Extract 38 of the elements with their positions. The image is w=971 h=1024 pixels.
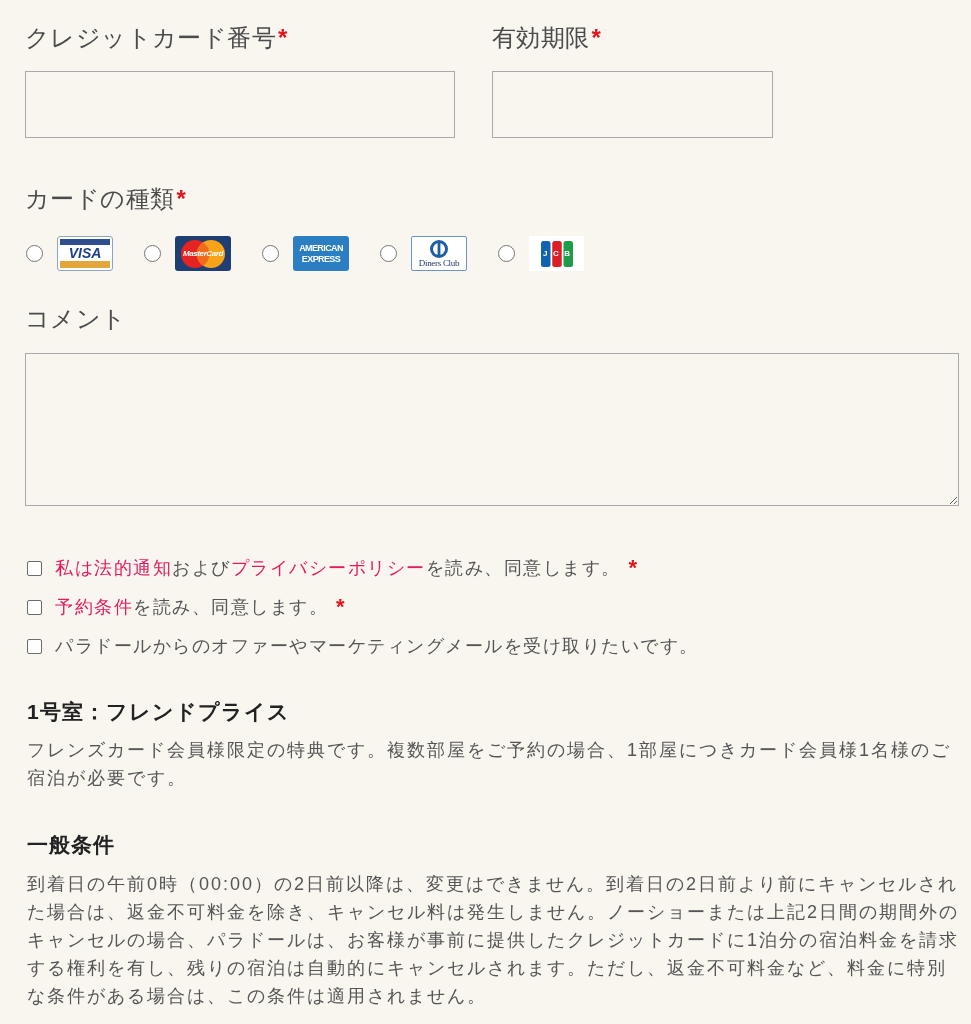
consent-text: パラドールからのオファーやマーケティングメールを受け取りたいです。: [55, 635, 699, 658]
radio-button[interactable]: [262, 245, 279, 262]
text-field[interactable]: [492, 71, 773, 138]
field-label: クレジットカード番号: [25, 23, 276, 53]
required-mark: *: [628, 557, 638, 579]
required-mark: *: [336, 596, 345, 618]
field-label: 有効期限: [492, 23, 590, 53]
text-field[interactable]: [25, 71, 455, 138]
checkbox[interactable]: [27, 638, 42, 654]
link[interactable]: 予約条件: [55, 597, 133, 617]
logo-text: Diners Club: [418, 258, 460, 268]
field-label: コメント: [25, 304, 127, 334]
comment-field[interactable]: [25, 353, 959, 506]
consent-text: 私は法的通知およびプライバシーポリシー を読み、同意します。: [55, 557, 621, 580]
logo-text: AMERICAN EXPRESS: [299, 242, 343, 265]
radio-button[interactable]: [144, 245, 161, 262]
field-label: カードの種類: [25, 184, 175, 214]
overlapping-circles-icon: [181, 239, 225, 268]
required-mark: *: [278, 23, 288, 53]
radio-button[interactable]: [26, 245, 43, 262]
consent-text: 予約条件を読み、同意します。: [55, 596, 328, 619]
section-heading: 一般条件: [26, 832, 116, 858]
checkbox[interactable]: [27, 560, 42, 576]
logo-text: MasterCard: [183, 249, 223, 258]
link[interactable]: 私は法的通知: [55, 558, 172, 578]
section-heading: 1号室：フレンドプライス: [26, 699, 291, 725]
link[interactable]: プライバシーポリシー: [230, 558, 426, 578]
ring-emblem-icon: [430, 239, 448, 258]
logo-text: VISA: [60, 239, 110, 268]
paragraph: フレンズカード会員様限定の特典です。複数部屋をご予約の場合、1部屋につきカード会員様1名様のご宿泊が必要です。: [26, 739, 953, 790]
radio-button[interactable]: [498, 245, 515, 262]
required-mark: *: [176, 184, 186, 214]
logo-text: JCB: [541, 249, 576, 258]
color-stripes-icon: [540, 240, 573, 267]
required-mark: *: [591, 23, 601, 53]
paragraph: 到着日の午前0時（00:00）の2日前以降は、変更はできません。到着日の2日前より前にキャンセルされた場合は、返金不可料金を除き、キャンセル料は発生しません。ノーショーまたは上記2日間の期間外のキャンセルの場合、パラドールは、お客様が事前に提供したクレジットカードに1泊分の宿泊料金を請求する権利を有し、残りの宿泊は自動的にキャンセルされます。ただし、返金不可料金など、料金に特別な条件がある場合は、この条件は適用されません。: [26, 873, 959, 1008]
radio-button[interactable]: [380, 245, 397, 262]
checkbox[interactable]: [27, 599, 42, 615]
